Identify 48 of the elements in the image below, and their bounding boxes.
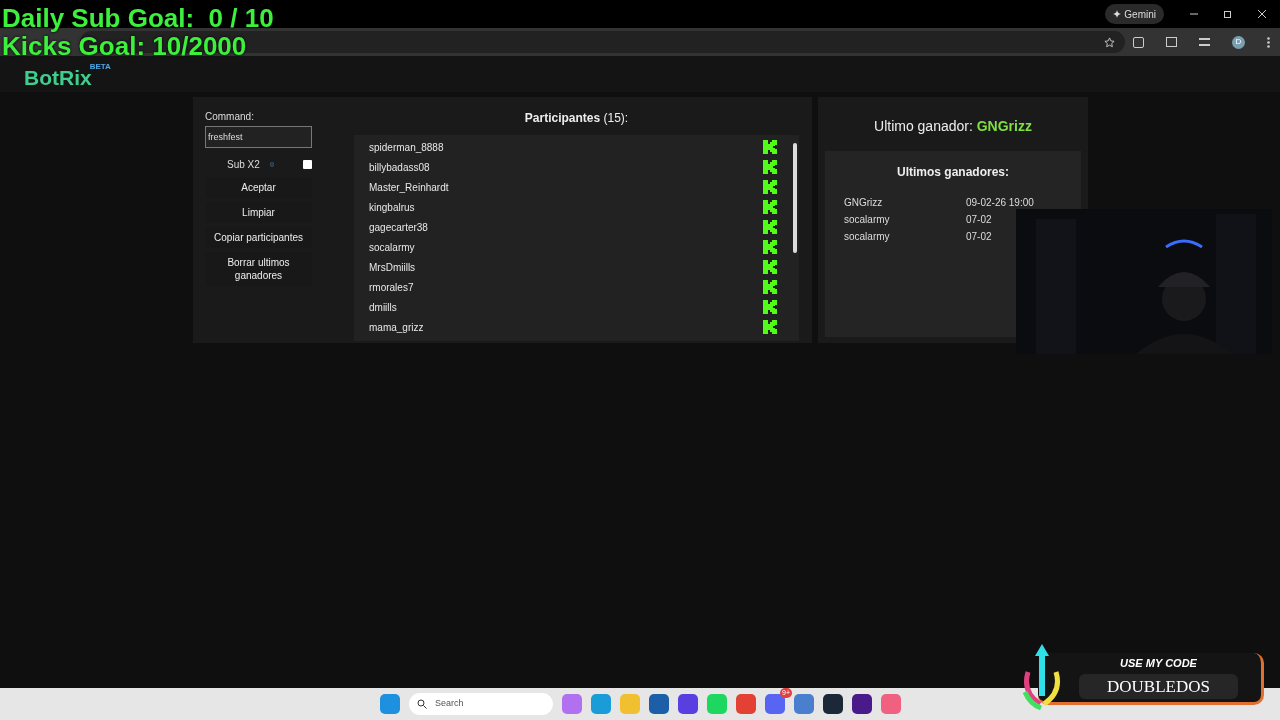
kick-logo-icon bbox=[763, 200, 777, 214]
kick-logo-icon bbox=[763, 320, 777, 334]
beta-label: BETA bbox=[89, 62, 111, 71]
participant-name: kingbalrus bbox=[369, 200, 415, 215]
gemini-button[interactable]: Gemini bbox=[1105, 4, 1164, 24]
participant-name: socalarmy bbox=[369, 240, 415, 255]
kick-logo-icon bbox=[763, 220, 777, 234]
promo-code: DOUBLEDOS bbox=[1079, 673, 1238, 699]
promo-caption: USE MY CODE bbox=[1120, 656, 1197, 671]
participant-name: gagecarter38 bbox=[369, 220, 428, 235]
sparkle-icon bbox=[1113, 10, 1122, 18]
kick-logo-icon bbox=[763, 280, 777, 294]
sub-x2-label: Sub X2 bbox=[227, 157, 260, 172]
last-winners-title: Ultimos ganadores: bbox=[896, 164, 1010, 181]
star-icon[interactable] bbox=[1104, 36, 1115, 48]
command-label: Command: bbox=[205, 110, 255, 124]
restore-icon[interactable] bbox=[1224, 10, 1232, 18]
participant-name: spiderman_8888 bbox=[369, 140, 444, 155]
last-winner-heading: Ultimo ganador: GNGrizz bbox=[874, 117, 1032, 136]
minimize-icon[interactable] bbox=[1190, 10, 1198, 18]
winner-name: socalarmy bbox=[844, 213, 890, 227]
kick-logo-icon bbox=[763, 180, 777, 194]
close-icon[interactable] bbox=[1258, 10, 1266, 18]
winner-date: 09-02-26 19:00 bbox=[966, 196, 1035, 210]
participant-name: dmiills bbox=[369, 300, 397, 315]
kick-logo-icon bbox=[763, 260, 777, 274]
sub-x2-checkbox[interactable] bbox=[303, 159, 312, 169]
winner-name: socalarmy bbox=[844, 230, 890, 244]
kick-logo-icon bbox=[763, 300, 777, 314]
taskbar-search[interactable]: Search bbox=[409, 693, 553, 715]
participant-name: MrsDmiills bbox=[369, 260, 416, 275]
participant-name: Master_Reinhardt bbox=[369, 180, 449, 195]
participant-name: rmorales7 bbox=[369, 280, 414, 295]
search-icon bbox=[417, 699, 427, 709]
participant-name: billybadass08 bbox=[369, 160, 430, 175]
kick-logo-icon bbox=[763, 240, 777, 254]
kick-logo-icon bbox=[763, 140, 777, 154]
goal-counter: Kicks Goal: 10/2000 bbox=[2, 32, 248, 60]
search-placeholder: Search bbox=[435, 697, 464, 711]
winner-date: 07-02 bbox=[966, 213, 993, 227]
kick-logo-icon bbox=[763, 160, 777, 174]
winner-date: 07-02 bbox=[966, 230, 993, 244]
participants-title: Participantes (15): bbox=[523, 110, 630, 127]
more-icon[interactable] bbox=[1267, 36, 1270, 48]
winner-name: GNGrizz bbox=[844, 196, 883, 210]
command-input[interactable]: freshfest bbox=[205, 126, 312, 148]
participant-name: mama_grizz bbox=[369, 320, 424, 335]
goal-counter: Daily Sub Goal: 0 / 10 bbox=[2, 4, 274, 32]
